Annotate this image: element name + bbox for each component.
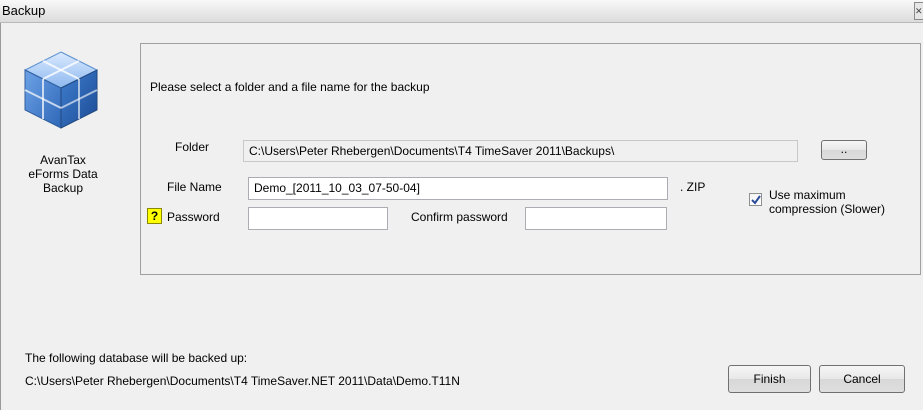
finish-button[interactable]: Finish [728, 365, 811, 393]
password-field[interactable] [248, 207, 388, 230]
compression-label-line-2: compression (Slower) [769, 202, 886, 216]
compression-label[interactable]: Use maximum compression (Slower) [769, 188, 885, 216]
window-title: Backup [2, 3, 46, 18]
compression-label-line-1: Use maximum [769, 188, 846, 202]
checkmark-icon [751, 195, 761, 205]
cancel-button[interactable]: Cancel [819, 365, 905, 393]
app-name-line-1: AvanTax [40, 153, 86, 167]
browse-button[interactable]: .. [821, 140, 867, 160]
app-name-line-3: Backup [42, 181, 84, 195]
app-name-line-2: eForms Data [28, 167, 98, 181]
confirm-password-field[interactable] [525, 207, 667, 230]
app-name: AvanTax eForms Data Backup [8, 153, 118, 195]
confirm-password-label: Confirm password [411, 210, 508, 224]
database-cubes-icon [23, 50, 99, 130]
folder-label: Folder [175, 140, 210, 154]
folder-field[interactable]: C:\Users\Peter Rhebergen\Documents\T4 Ti… [243, 140, 798, 162]
filename-field[interactable]: Demo_[2011_10_03_07-50-04] [248, 177, 668, 200]
password-label: Password [167, 210, 220, 224]
zip-extension-label: . ZIP [680, 180, 706, 194]
database-note: The following database will be backed up… [25, 351, 248, 365]
close-icon[interactable]: ✕ [914, 2, 923, 20]
filename-label: File Name [167, 180, 222, 194]
help-icon[interactable]: ? [147, 208, 162, 224]
title-bar: Backup ✕ [0, 0, 923, 23]
instruction-text: Please select a folder and a file name f… [150, 80, 430, 94]
database-path: C:\Users\Peter Rhebergen\Documents\T4 Ti… [25, 374, 460, 388]
compression-checkbox[interactable] [749, 193, 762, 206]
